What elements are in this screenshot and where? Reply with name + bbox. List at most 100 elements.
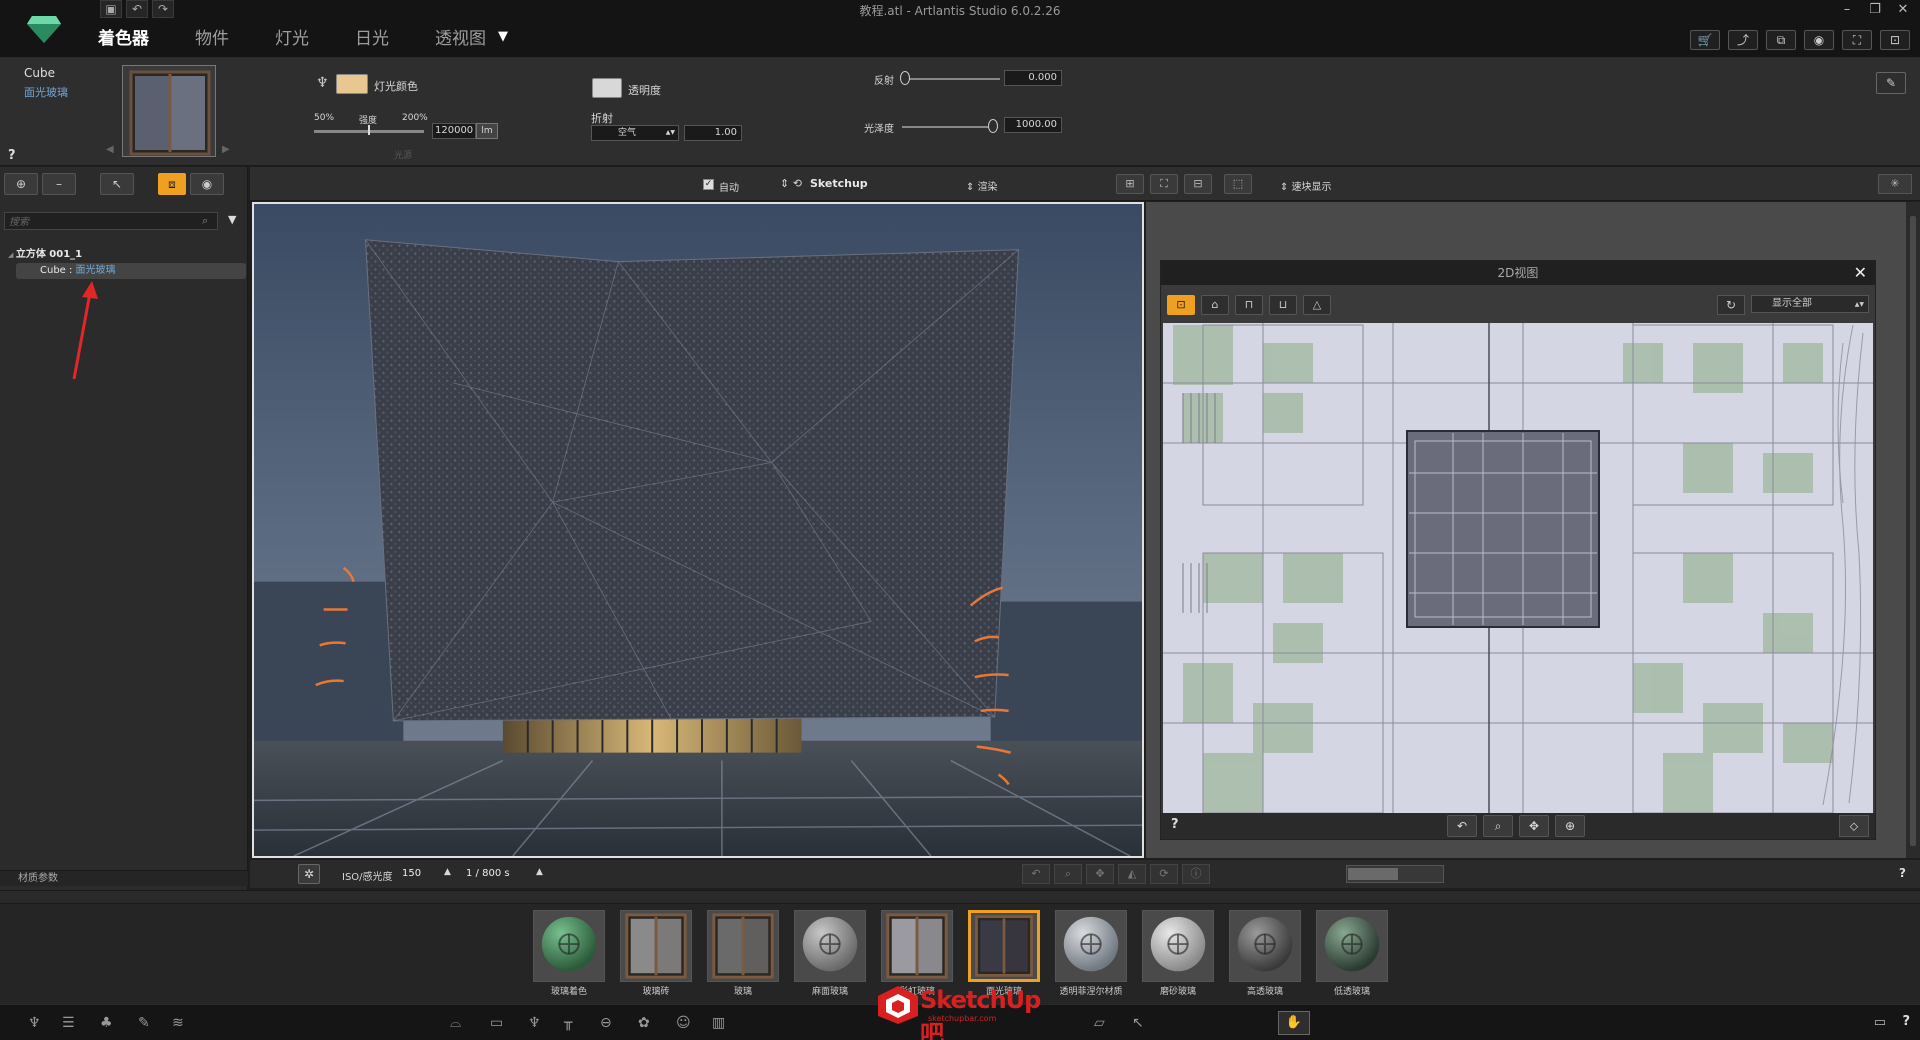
catalog-thumbnail[interactable]: [881, 910, 953, 982]
shutter-stepper-icon[interactable]: ▲: [536, 867, 543, 877]
frame-icon[interactable]: ⊞: [1116, 174, 1144, 194]
top-view-icon[interactable]: ⊡: [1167, 295, 1195, 315]
water-category-icon[interactable]: ≋: [172, 1015, 184, 1031]
catalog-item[interactable]: 玻璃砖: [620, 910, 692, 997]
iso-stepper-icon[interactable]: ▲: [444, 867, 451, 877]
redo-icon[interactable]: ↷: [152, 0, 174, 18]
info-icon[interactable]: ⓘ: [1182, 864, 1210, 884]
light-toggle-icon[interactable]: ✳: [1878, 174, 1912, 194]
tab-lights[interactable]: 灯光: [275, 24, 309, 49]
gloss-slider-handle[interactable]: [988, 119, 998, 133]
render-viewport[interactable]: [252, 202, 1144, 858]
table-category-icon[interactable]: ╥: [564, 1015, 572, 1031]
filter-dropdown-icon[interactable]: ▼: [228, 213, 236, 226]
cart-icon[interactable]: 🛒: [1690, 30, 1720, 50]
gloss-value-input[interactable]: 1000.00: [1004, 117, 1062, 133]
tab-dropdown-icon[interactable]: ▼: [498, 29, 508, 44]
right-view-icon[interactable]: ⊔: [1269, 295, 1297, 315]
people-category-icon[interactable]: ☺: [676, 1015, 691, 1031]
pan-icon[interactable]: ✥: [1519, 815, 1549, 837]
catalog-item[interactable]: 玻璃着色: [533, 910, 605, 997]
plant-category-icon[interactable]: ✿: [638, 1015, 650, 1031]
refraction-medium-select[interactable]: 空气: [591, 125, 679, 141]
pick-icon[interactable]: ↖: [100, 173, 134, 195]
reflection-value-input[interactable]: 0.000: [1004, 70, 1062, 86]
catalog-thumbnail[interactable]: [1316, 910, 1388, 982]
transparency-color-swatch[interactable]: [592, 78, 622, 98]
catalog-thumbnail[interactable]: [794, 910, 866, 982]
undo-icon[interactable]: ↶: [126, 0, 148, 18]
expand-icon[interactable]: ⬦: [1839, 815, 1869, 837]
pan-camera-icon[interactable]: ✥: [1086, 864, 1114, 884]
texture-category-icon[interactable]: ☰: [62, 1015, 75, 1031]
tree-category-icon[interactable]: ♣: [100, 1015, 113, 1031]
crop-icon[interactable]: ⛶: [1842, 30, 1872, 50]
undo-camera-icon[interactable]: ↶: [1022, 864, 1050, 884]
wrench-icon[interactable]: ✎: [1876, 72, 1906, 94]
split-view-icon[interactable]: ⊟: [1184, 174, 1212, 194]
folder-icon[interactable]: ▱: [1094, 1015, 1105, 1031]
floor-plan-view[interactable]: [1163, 323, 1873, 813]
camera-icon[interactable]: ◉: [1804, 30, 1834, 50]
undo-view-icon[interactable]: ↶: [1447, 815, 1477, 837]
intensity-slider-handle[interactable]: [368, 125, 370, 135]
save-icon[interactable]: ▣: [100, 0, 122, 18]
car-category-icon[interactable]: ⊖: [600, 1015, 612, 1031]
help-button[interactable]: ?: [1902, 1014, 1910, 1029]
fullscreen-icon[interactable]: ⛶: [1150, 174, 1178, 194]
focal-slider-thumb[interactable]: [1348, 868, 1398, 880]
tab-heliodon[interactable]: 日光: [355, 24, 389, 49]
help-button[interactable]: ?: [8, 148, 16, 163]
light-color-swatch[interactable]: [336, 74, 368, 94]
catalog-thumbnail[interactable]: [968, 910, 1040, 982]
auto-checkbox[interactable]: ✓: [703, 179, 714, 190]
catalog-item[interactable]: 低透玻璃: [1316, 910, 1388, 997]
gloss-slider[interactable]: [902, 126, 998, 128]
reflection-slider-handle[interactable]: [900, 71, 910, 85]
refraction-value-input[interactable]: 1.00: [684, 125, 742, 141]
lamp-category-icon[interactable]: ♆: [528, 1015, 541, 1031]
source-selector[interactable]: ⇕ ⟲ Sketchup: [780, 177, 868, 190]
shutter-value[interactable]: 1 / 800 s: [466, 868, 510, 879]
refresh-icon[interactable]: ⟳: [1150, 864, 1178, 884]
help-button[interactable]: ?: [1171, 817, 1179, 832]
catalog-item[interactable]: 高透玻璃: [1229, 910, 1301, 997]
material-thumbnail[interactable]: [122, 65, 216, 157]
region-render-icon[interactable]: ⬚: [1224, 174, 1252, 194]
eye-icon[interactable]: ◉: [190, 173, 224, 195]
front-view-icon[interactable]: ⌂: [1201, 295, 1229, 315]
close-icon[interactable]: ✕: [1894, 2, 1912, 18]
prev-arrow-icon[interactable]: ◀: [106, 144, 114, 155]
search-input[interactable]: 搜索: [4, 212, 218, 230]
export-icon[interactable]: ⤴: [1728, 30, 1758, 50]
tab-objects[interactable]: 物件: [195, 24, 229, 49]
help-button[interactable]: ?: [1899, 866, 1906, 880]
tree-selected-item[interactable]: Cube : 面光玻璃: [16, 263, 246, 279]
tree-root-item[interactable]: 立方体 001_1: [8, 245, 82, 260]
brush-category-icon[interactable]: ✎: [138, 1015, 150, 1031]
catalog-thumbnail[interactable]: [707, 910, 779, 982]
hand-tool-icon[interactable]: ✋: [1278, 1011, 1310, 1035]
catalog-divider[interactable]: [0, 890, 1920, 904]
catalog-thumbnail[interactable]: [1055, 910, 1127, 982]
monitor-category-icon[interactable]: ▭: [490, 1015, 503, 1031]
minimize-icon[interactable]: –: [1838, 2, 1856, 18]
tab-shaders[interactable]: 着色器: [98, 24, 149, 49]
catalog-thumbnail[interactable]: [1229, 910, 1301, 982]
cursor-icon[interactable]: ↖: [1132, 1015, 1144, 1031]
rotate-view-icon[interactable]: ↻: [1717, 295, 1745, 315]
render-selector[interactable]: ⇕ 渲染: [966, 178, 998, 193]
catalog-item[interactable]: 麻面玻璃: [794, 910, 866, 997]
next-arrow-icon[interactable]: ▶: [222, 144, 230, 155]
scrollbar-thumb[interactable]: [1910, 216, 1916, 846]
zoom-camera-icon[interactable]: ⌕: [1054, 864, 1082, 884]
restore-icon[interactable]: ❐: [1866, 2, 1884, 18]
add-shader-icon[interactable]: ⊕: [4, 173, 38, 195]
close-icon[interactable]: ✕: [1854, 263, 1867, 283]
intensity-input[interactable]: 120000: [432, 123, 476, 139]
building-category-icon[interactable]: ▥: [712, 1015, 725, 1031]
material-params-footer[interactable]: 材质参数: [0, 870, 248, 886]
left-view-icon[interactable]: ⊓: [1235, 295, 1263, 315]
reflection-slider[interactable]: [904, 78, 1000, 80]
window-icon[interactable]: ⧉: [1766, 30, 1796, 50]
